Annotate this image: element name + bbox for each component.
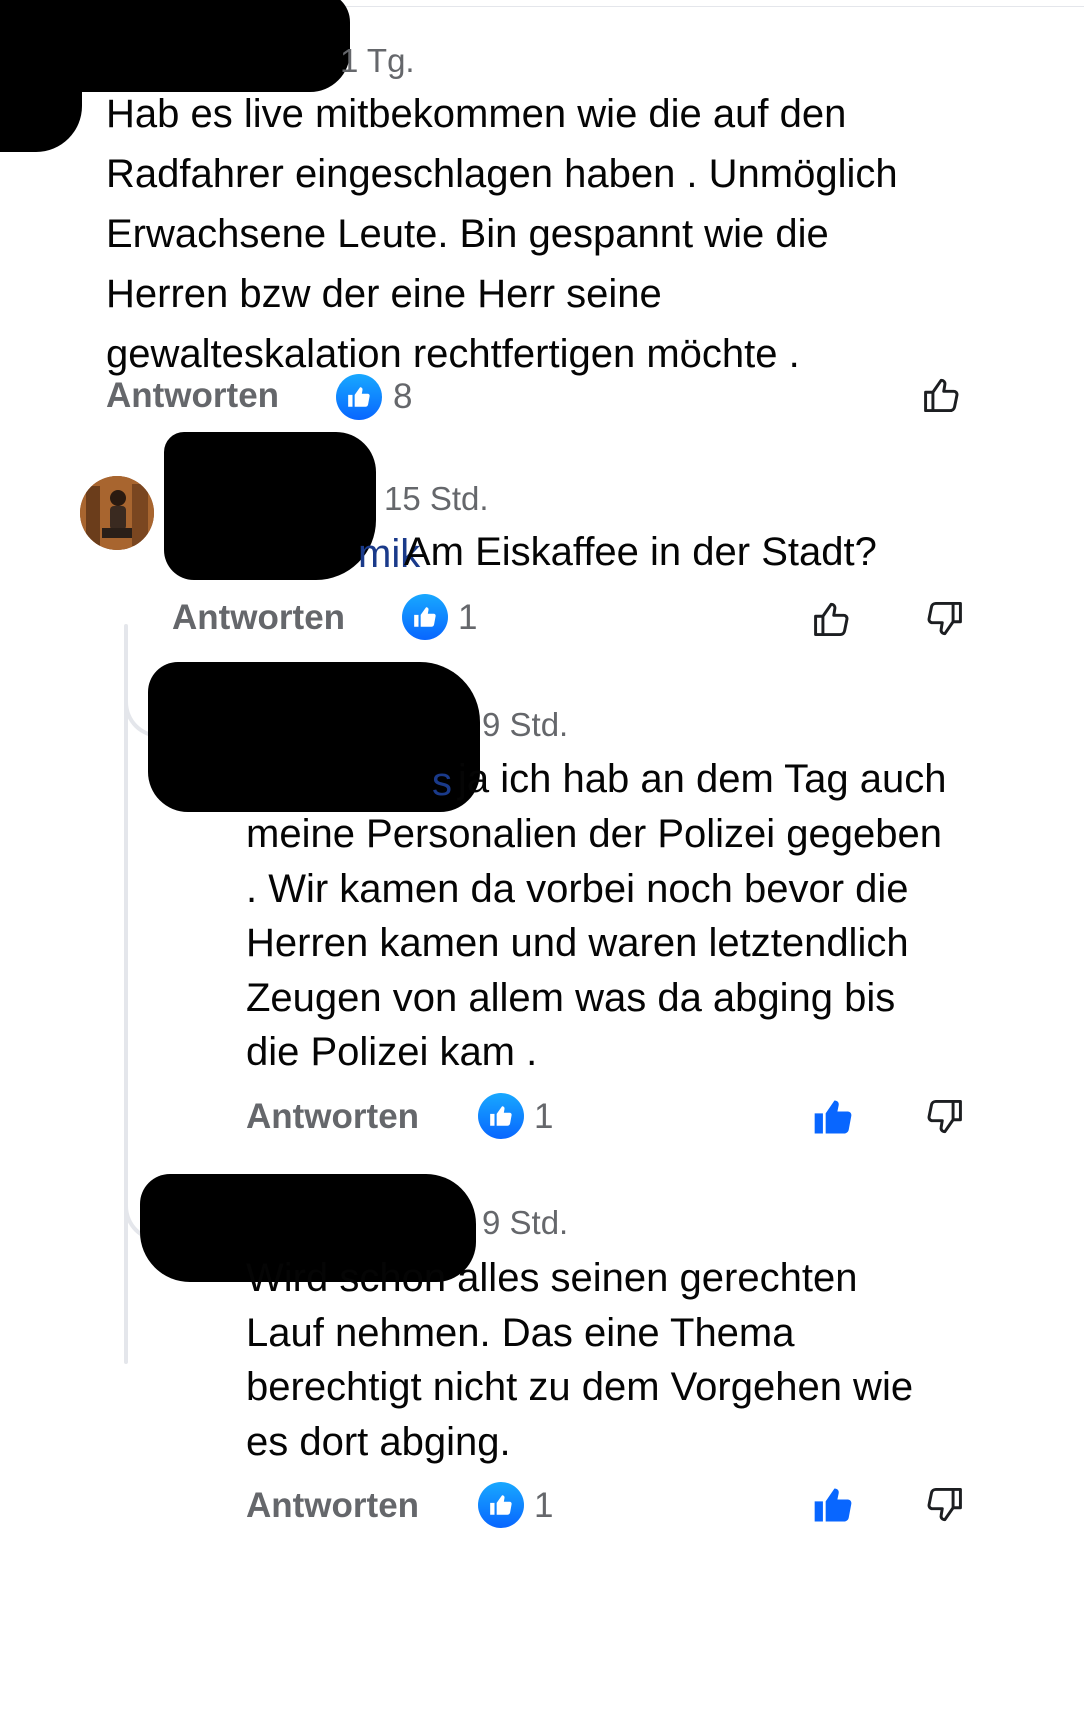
like-badge-icon [336, 374, 382, 420]
avatar[interactable] [80, 476, 154, 550]
comment-text: Hab es live mitbekommen wie die auf den … [106, 92, 898, 376]
reply-button[interactable]: Antworten [246, 1097, 419, 1137]
comment-time: 1 Tg. [340, 42, 415, 79]
thumbs-down-icon[interactable] [918, 594, 968, 644]
comment-time: 9 Std. [482, 706, 569, 743]
comment-text-line-1: ja ich hab an dem Tag auch [458, 757, 947, 801]
comment-text: meine Personalien der Polizei gegeben . … [246, 812, 943, 1074]
thumbs-up-icon[interactable] [808, 1092, 858, 1142]
redacted-author-name [164, 432, 376, 580]
reaction-count: 8 [393, 377, 413, 416]
like-badge-icon [478, 1093, 524, 1139]
like-badge-icon [402, 594, 448, 640]
reply-button[interactable]: Antworten [246, 1486, 419, 1526]
thumbs-down-icon[interactable] [918, 1480, 968, 1530]
thumbs-down-icon[interactable] [918, 1092, 968, 1142]
thumbs-up-icon[interactable] [808, 594, 858, 644]
thread-line [124, 624, 128, 1364]
reaction-count: 1 [534, 1097, 554, 1136]
redacted-author-name [148, 662, 480, 812]
redacted-avatar [0, 40, 82, 152]
comment-text: Wird schon alles seinen gerechten Lauf n… [246, 1256, 914, 1464]
comment-text: Am Eiskaffee in der Stadt? [404, 530, 877, 574]
thumbs-up-icon[interactable] [808, 1480, 858, 1530]
reaction-count: 1 [458, 598, 478, 637]
comment-time: 15 Std. [384, 480, 489, 517]
comment-time: 9 Std. [482, 1204, 569, 1241]
reaction-count: 1 [534, 1486, 554, 1525]
reply-button[interactable]: Antworten [172, 598, 345, 638]
reply-button[interactable]: Antworten [106, 376, 279, 416]
like-badge-icon [478, 1482, 524, 1528]
mention-fragment[interactable]: s [432, 760, 452, 805]
thumbs-up-icon[interactable] [918, 370, 968, 420]
